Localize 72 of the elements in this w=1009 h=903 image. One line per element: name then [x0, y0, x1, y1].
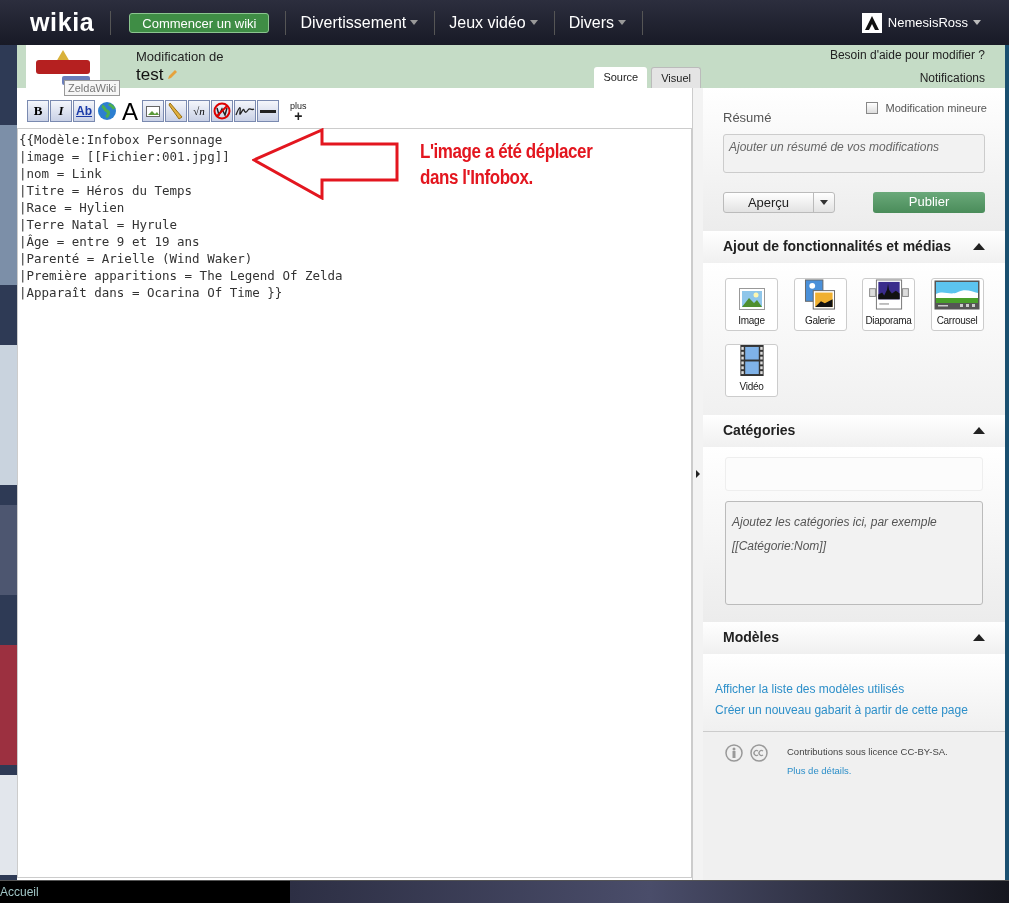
media-tile[interactable]: Image — [725, 277, 778, 331]
nav-menu[interactable]: Divers — [568, 10, 627, 35]
horn-icon — [168, 102, 184, 120]
collapse-icon[interactable] — [973, 243, 985, 250]
media-tile[interactable]: Vidéo — [725, 343, 778, 397]
nav-menu[interactable]: Divertissement — [300, 10, 419, 35]
cc-icon — [750, 743, 768, 762]
code-line: |Âge = entre 9 et 19 ans — [19, 233, 200, 250]
globe-icon — [97, 101, 117, 121]
carousel-icon — [934, 279, 980, 310]
caret-icon — [973, 20, 981, 25]
section-title: Modèles — [723, 628, 779, 647]
math-button[interactable]: √n — [188, 100, 210, 122]
summary-field[interactable]: Ajouter un résumé de vos modifications — [723, 133, 985, 173]
help-link[interactable]: Besoin d'aide pour modifier ? — [829, 46, 985, 64]
expand-icon[interactable] — [696, 470, 700, 478]
categories-field[interactable]: Ajoutez les catégories ici, par exemple [[Catégorie:Nom]] — [725, 500, 983, 605]
user-menu[interactable]: NemesisRoss — [887, 12, 981, 33]
gallery-icon — [804, 278, 836, 310]
picture-icon — [738, 287, 765, 310]
heading-button[interactable]: A — [119, 100, 141, 122]
code-line: |Titre = Héros du Temps — [19, 182, 193, 199]
media-button[interactable] — [165, 100, 187, 122]
caret-icon — [820, 199, 828, 205]
tooltip: ZeldaWiki — [64, 80, 121, 96]
caret-icon — [618, 20, 627, 25]
code-line: |Parenté = Arielle (Wind Waker) — [19, 250, 253, 267]
picture-icon — [146, 105, 160, 117]
annotation-text: L'image a été déplacer dans l'Infobox. — [420, 139, 593, 190]
user-avatar-icon — [861, 12, 882, 33]
editor-tab[interactable]: Source — [594, 67, 648, 88]
code-line: |image = [[Fichier:001.jpg]] — [19, 148, 230, 165]
film-icon — [739, 344, 764, 376]
caret-icon — [410, 20, 419, 25]
collapse-icon[interactable] — [973, 427, 985, 434]
slideshow-icon — [867, 278, 910, 310]
code-line: {{Modèle:Infobox Personnage — [19, 131, 223, 148]
attribution-icon — [725, 743, 743, 762]
no-w-icon — [213, 102, 231, 120]
media-tile[interactable]: Carrousel — [930, 277, 984, 331]
nav-menu[interactable]: Jeux vidéo — [449, 10, 538, 35]
site-logo[interactable]: wikia — [30, 10, 95, 35]
link-button[interactable]: Ab — [73, 100, 95, 122]
media-tile[interactable]: Galerie — [793, 277, 847, 331]
notifications-link[interactable]: Notifications — [919, 69, 985, 87]
italic-button[interactable]: I — [50, 100, 72, 122]
nowiki-button[interactable] — [211, 100, 233, 122]
section-title: Catégories — [723, 421, 796, 440]
collapse-icon[interactable] — [973, 634, 985, 641]
start-wiki-button[interactable]: Commencer un wiki — [129, 12, 270, 33]
caret-icon — [529, 20, 538, 25]
image-button[interactable] — [142, 100, 164, 122]
editor-tab[interactable]: Visuel — [651, 67, 701, 88]
minor-edit-checkbox[interactable] — [865, 102, 878, 114]
code-line: |Terre Natal = Hyrule — [19, 216, 178, 233]
page-title: test — [136, 64, 164, 85]
code-line: |Apparaît dans = Ocarina Of Time }} — [19, 284, 283, 301]
horizontal-rule-button[interactable] — [257, 100, 279, 122]
code-line: |nom = Link — [19, 165, 102, 182]
signature-button[interactable] — [234, 100, 256, 122]
media-tile[interactable]: Diaporama — [862, 277, 915, 331]
bold-button[interactable]: B — [27, 100, 49, 122]
external-link-button[interactable] — [96, 100, 118, 122]
section-title: Ajout de fonctionnalités et médias — [723, 237, 951, 256]
summary-label: Résumé — [723, 109, 772, 127]
more-button[interactable]: plus + — [290, 101, 307, 121]
code-line: |Première apparitions = The Legend Of Zelda — [19, 267, 343, 284]
minor-edit-label: Modification mineure — [885, 101, 987, 116]
bottom-tab[interactable]: Accueil — [0, 881, 290, 903]
license-text: Contributions sous licence CC-BY-SA. Plus de détails. — [787, 744, 949, 778]
page-subtitle: Modification de — [136, 48, 224, 65]
code-line: |Race = Hylien — [19, 199, 125, 216]
